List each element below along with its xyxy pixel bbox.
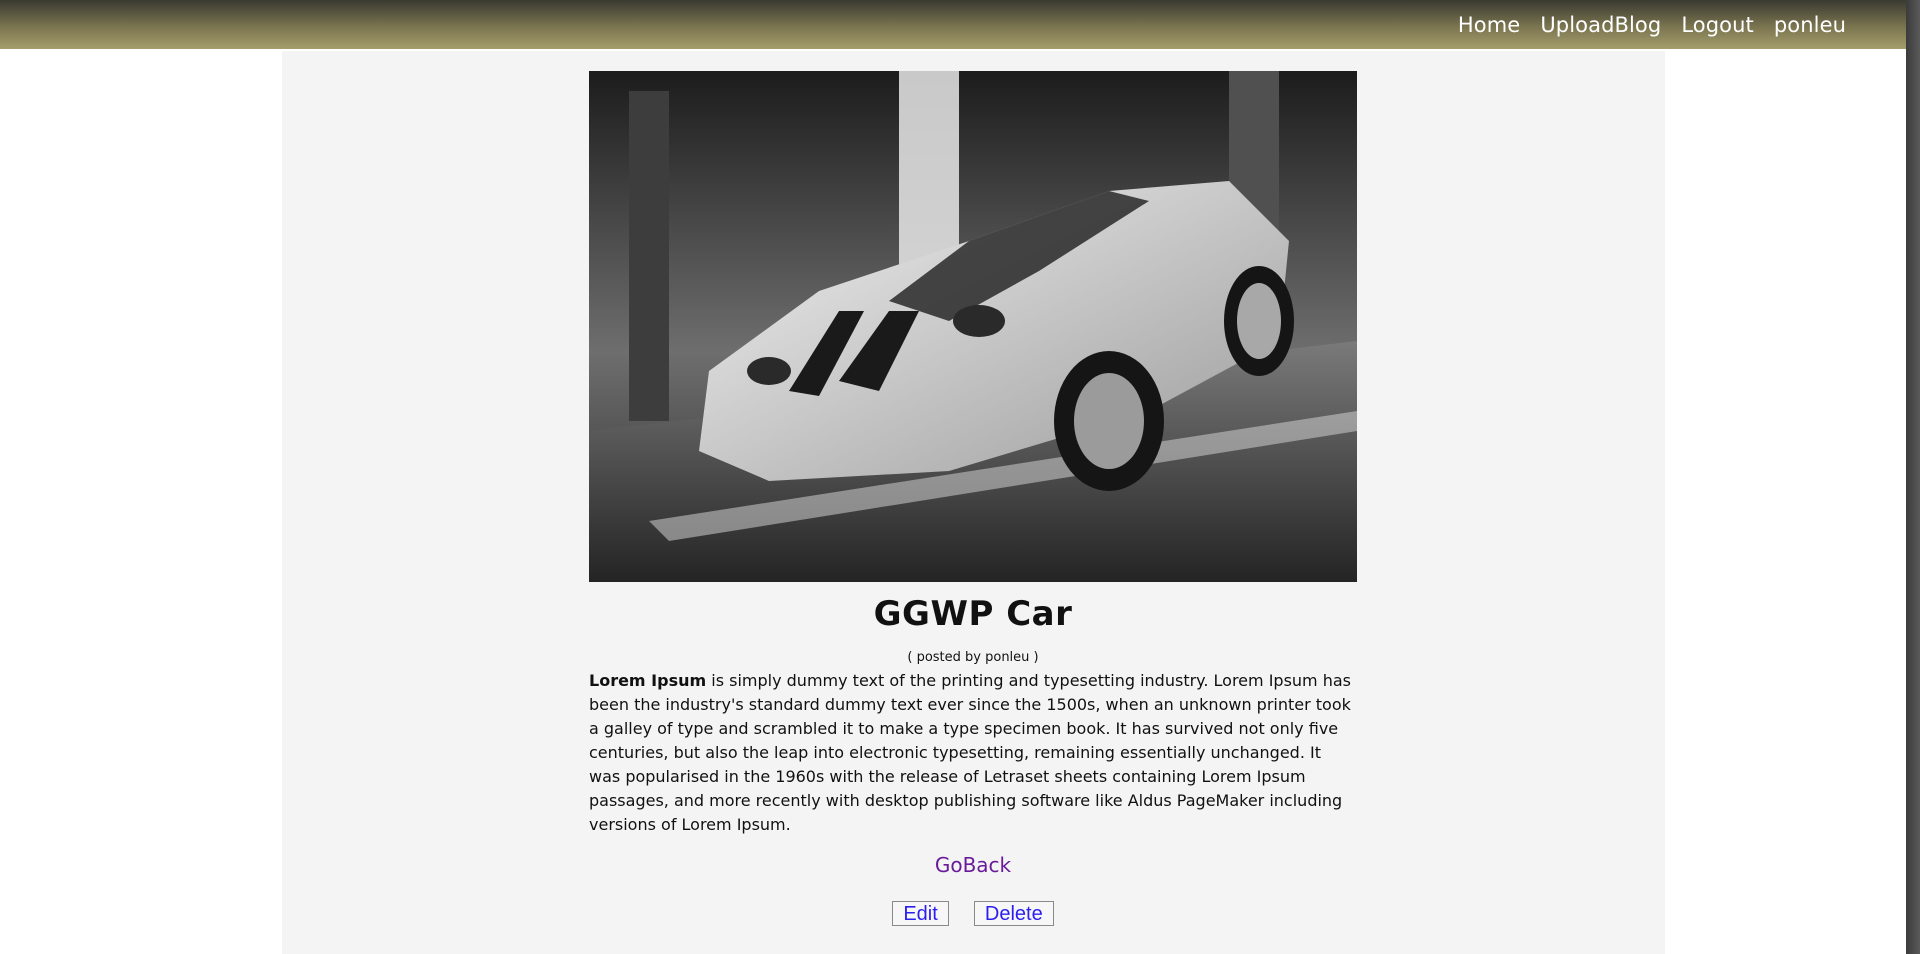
nav-links: Home UploadBlog Logout ponleu — [1438, 13, 1846, 37]
blog-post: GGWP Car ( posted by ponleu ) Lorem Ipsu… — [589, 71, 1357, 926]
post-image — [589, 71, 1357, 582]
post-body-lead: Lorem Ipsum — [589, 671, 707, 690]
post-title: GGWP Car — [873, 594, 1073, 634]
go-back-link[interactable]: GoBack — [589, 853, 1357, 877]
edit-button[interactable]: Edit — [892, 901, 949, 926]
nav-user-link[interactable]: ponleu — [1774, 13, 1846, 37]
delete-button[interactable]: Delete — [973, 901, 1054, 926]
page: Home UploadBlog Logout ponleu GGWP Car (… — [0, 0, 1920, 954]
nav-home-link[interactable]: Home — [1458, 13, 1520, 37]
nav-upload-blog-link[interactable]: UploadBlog — [1540, 13, 1661, 37]
post-body-text: is simply dummy text of the printing and… — [589, 671, 1351, 834]
vertical-scrollbar[interactable] — [1906, 0, 1920, 954]
top-navbar: Home UploadBlog Logout ponleu — [0, 0, 1906, 49]
post-actions: Edit Delete — [589, 901, 1357, 926]
content-panel: GGWP Car ( posted by ponleu ) Lorem Ipsu… — [282, 51, 1665, 954]
post-author: ( posted by ponleu ) — [907, 650, 1039, 665]
nav-logout-link[interactable]: Logout — [1681, 13, 1754, 37]
post-body: Lorem Ipsum is simply dummy text of the … — [589, 669, 1357, 837]
